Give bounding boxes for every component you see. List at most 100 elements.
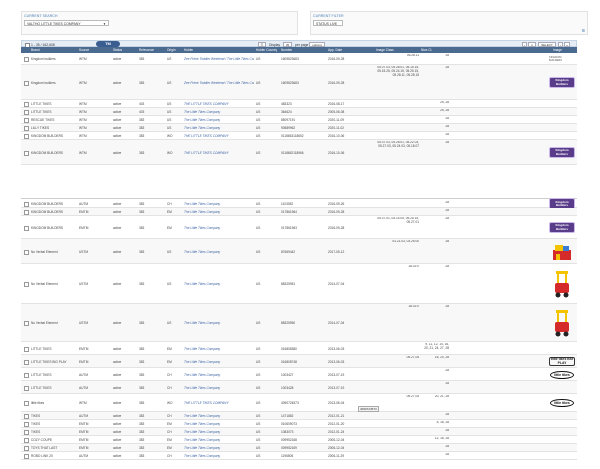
table-row[interactable]: RESCUE TIKES WTM active 383 US The Little Tik… — [21, 116, 577, 124]
table-row[interactable]: TIKES EMTM active 383 CH The Little Tikes Com… — [21, 428, 577, 436]
table-row[interactable]: COZY COUPE EMTM active 383 EM The Little Tike… — [21, 436, 577, 444]
row-checkbox[interactable] — [24, 321, 29, 326]
table-row[interactable]: TIKES EMTM active 383 EM The Little Tikes Com… — [21, 420, 577, 428]
table-row[interactable]: LITTLE TIKES WTM active 403 US THE LITTLE TIK… — [21, 100, 577, 108]
row-checkbox[interactable] — [24, 118, 29, 123]
row-checkbox[interactable] — [24, 249, 29, 255]
row-checkbox[interactable] — [24, 401, 29, 406]
row-checkbox[interactable] — [24, 422, 29, 427]
cell-holder[interactable]: The Little Tikes Company — [184, 210, 254, 214]
row-checkbox[interactable] — [24, 454, 29, 459]
current-filter-value: STATUS LIVE — [316, 22, 338, 26]
cell-holder[interactable]: The Little Tikes Company — [184, 226, 254, 230]
grid-view-button[interactable]: ☰ — [258, 41, 266, 47]
row-checkbox[interactable] — [24, 372, 29, 378]
table-row[interactable]: KINGDOM BUILDERS WTM active 383 WO THE LITTLE… — [21, 140, 577, 165]
last-page-button[interactable]: » — [564, 41, 570, 47]
row-checkbox[interactable] — [24, 110, 29, 115]
row-checkbox[interactable] — [24, 102, 29, 107]
row-checkbox[interactable] — [24, 414, 29, 419]
cell-number: 1609823683 — [281, 80, 299, 85]
cell-holder[interactable]: The Little Tikes Company — [184, 446, 254, 450]
table-row[interactable]: LITTLE TIKES AUTM active 383 CH The Little Ti… — [21, 368, 577, 381]
cell-nice-class: 28 — [445, 209, 449, 212]
row-checkbox[interactable] — [24, 134, 29, 139]
cell-source: WTM — [79, 134, 87, 138]
cell-holder[interactable]: THE LITTLE TIKES COMPANY — [184, 151, 254, 155]
cell-holder[interactable]: THE LITTLE TIKES COMPANY — [184, 134, 254, 138]
table-row[interactable]: Kingdom builders WTM active 383 US Zee Prime … — [21, 53, 577, 65]
row-checkbox[interactable] — [24, 80, 29, 86]
row-checkbox[interactable] — [24, 385, 29, 391]
prev-page-button[interactable]: ‹ — [522, 41, 527, 47]
cell-holder[interactable]: The Little Tikes Company — [184, 360, 254, 364]
table-row[interactable]: LILLY TIKES WTM active 383 US The Little Tike… — [21, 124, 577, 132]
cell-holder[interactable]: The Little Tikes Company — [184, 250, 254, 254]
row-checkbox[interactable] — [24, 57, 29, 62]
current-search-select[interactable]: VALTHO LITTLE TIKES COMPANY ▼ — [24, 20, 109, 26]
table-row[interactable]: LITTLE TIKES AUTM active 383 CH The Little Ti… — [21, 381, 577, 394]
cell-status: active — [113, 150, 122, 155]
cell-holder[interactable]: The Little Tikes Company — [184, 386, 254, 390]
row-checkbox[interactable] — [24, 346, 29, 352]
table-row[interactable]: Kingdom builders WTM active 383 US Zee Prime … — [21, 65, 577, 100]
table-row[interactable]: LITTLE TIKES BIG PLAY EMTM active 383 EM The … — [21, 355, 577, 368]
table-row[interactable]: ROBO LINK 20 AUTM active 383 CH The Little Ti… — [21, 452, 577, 460]
row-checkbox[interactable] — [24, 210, 29, 215]
expand-icon[interactable]: ⊞ — [582, 28, 585, 33]
cell-number: 1609823683 — [281, 57, 299, 61]
row-checkbox[interactable] — [24, 446, 29, 451]
cell-holder[interactable]: The Little Tikes Company — [184, 282, 254, 286]
current-filter-select[interactable]: STATUS LIVE — [313, 20, 343, 26]
cell-source: AUTM — [79, 454, 89, 458]
table-row[interactable]: No Verbal Element USTM active 383 US The Litt… — [21, 239, 577, 264]
cell-holder[interactable]: The Little Tikes Company — [184, 126, 254, 130]
cell-holder[interactable]: The Little Tikes Company — [184, 438, 254, 442]
cell-holder[interactable]: The Little Tikes Company — [184, 430, 254, 434]
cell-nice-class: 28 — [445, 413, 449, 416]
cell-relevance: 383 — [139, 134, 145, 138]
table-row[interactable]: LITTLE TIKES EMTM active 383 EM The Little Ti… — [21, 342, 577, 355]
cell-holder[interactable]: The Little Tikes Company — [184, 454, 254, 458]
cell-holder[interactable]: The Little Tikes Company — [184, 422, 254, 426]
number-tooltip: 4090724573 — [358, 406, 379, 412]
options-button[interactable]: options — [309, 41, 325, 47]
row-checkbox[interactable] — [24, 225, 29, 231]
select-button[interactable]: SELECT — [538, 41, 556, 47]
cell-origin: EM — [167, 346, 172, 351]
cell-holder[interactable]: THE LITTLE TIKES COMPANY — [184, 102, 254, 106]
table-row[interactable]: little tikes WTM active 383 WO THE LITTLE TIK… — [21, 394, 577, 412]
cell-holder[interactable]: Zee Prime Toddler Weekend / The Little T… — [184, 57, 254, 61]
cell-holder[interactable]: The Little Tikes Company — [184, 347, 254, 351]
cell-relevance: 383 — [139, 249, 145, 254]
table-row[interactable]: LITTLE TIKES WTM active 403 US The Little Tik… — [21, 108, 577, 116]
table-row[interactable]: KINGDOM BUILDERS WTM active 383 WO THE LITTLE… — [21, 132, 577, 140]
table-row[interactable]: TIKES AUTM active 383 CH The Little Tikes Com… — [21, 412, 577, 420]
cell-relevance: 383 — [139, 282, 145, 286]
table-row[interactable]: KINGDOM BUILDERS EMTM active 383 EM The Littl… — [21, 216, 577, 239]
cell-holder[interactable]: Zee Prime Toddler Weekend / The Little T… — [184, 81, 254, 85]
cell-holder[interactable]: The Little Tikes Company — [184, 110, 254, 114]
cell-origin: EM — [167, 422, 172, 426]
page-input[interactable]: 1 — [528, 41, 536, 47]
row-checkbox[interactable] — [24, 438, 29, 443]
table-row[interactable]: KINGDOM BUILDERS EMTM active 383 EM The Littl… — [21, 208, 577, 216]
cell-holder[interactable]: The Little Tikes Company — [184, 202, 254, 206]
per-page-select[interactable]: 35 — [283, 41, 292, 47]
cell-holder[interactable]: The Little Tikes Company — [184, 118, 254, 122]
row-checkbox[interactable] — [24, 430, 29, 435]
table-row[interactable]: TOYS THAT LAST EMTM active 383 EM The Little … — [21, 444, 577, 452]
cell-holder[interactable]: THE LITTLE TIKES COMPANY — [184, 401, 254, 405]
row-checkbox[interactable] — [24, 359, 29, 365]
row-checkbox[interactable] — [24, 282, 29, 287]
table-row[interactable]: KINGDOM BUILDERS AUTM active 383 CH The Littl… — [21, 198, 577, 210]
row-checkbox[interactable] — [24, 202, 29, 207]
cell-holder[interactable]: The Little Tikes Company — [184, 414, 254, 418]
table-row[interactable]: No Verbal Element USTM active 383 US The Litt… — [21, 264, 577, 304]
next-page-button[interactable]: › — [558, 41, 563, 47]
row-checkbox[interactable] — [24, 126, 29, 131]
cell-holder[interactable]: The Little Tikes Company — [184, 373, 254, 377]
row-checkbox[interactable] — [24, 150, 29, 156]
cell-holder[interactable]: The Little Tikes Company — [184, 321, 254, 325]
table-row[interactable]: No Verbal Element USTM active 383 US The Litt… — [21, 304, 577, 342]
